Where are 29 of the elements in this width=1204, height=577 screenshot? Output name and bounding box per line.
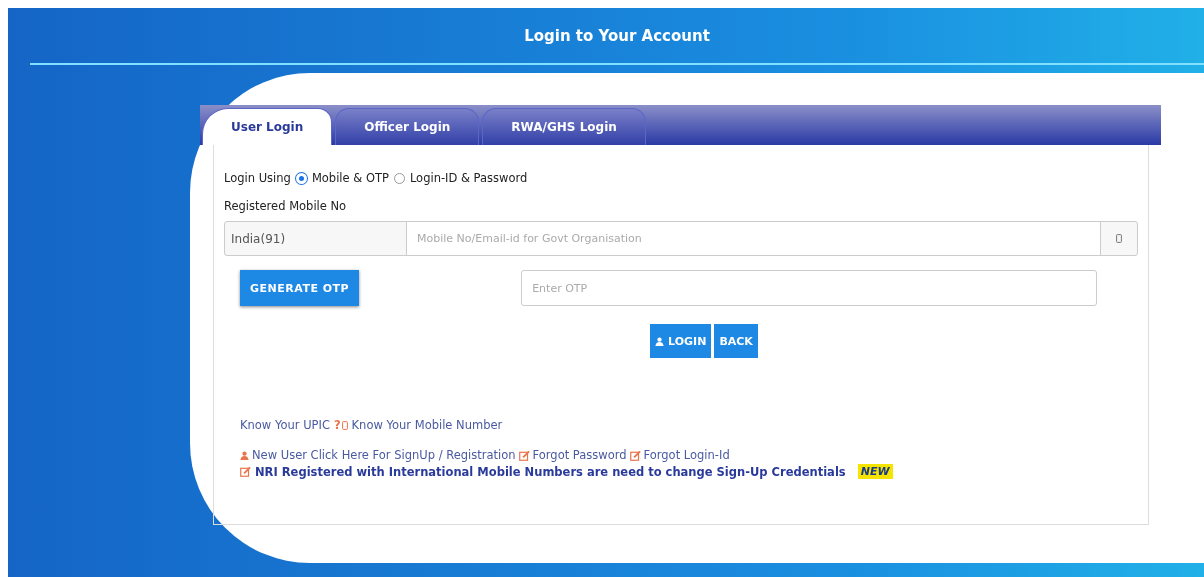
- mobile-phone-icon: [341, 420, 348, 430]
- field-label: Registered Mobile No: [224, 199, 348, 213]
- tab[interactable]: RWA/GHS Login: [482, 108, 646, 145]
- mobile-input-field[interactable]: Mobile No/Email-id for Govt Organisation: [407, 222, 1100, 255]
- tab[interactable]: Officer Login: [335, 108, 480, 145]
- new-badge: NEW: [857, 464, 893, 479]
- nri-notice-link[interactable]: NRI Registered with International Mobile Numbers are need to change Sign-Up Credentials: [255, 464, 846, 479]
- signup-link[interactable]: New User Click Here For SignUp / Registration: [252, 448, 516, 462]
- radio-button[interactable]: [393, 172, 405, 184]
- radio-label[interactable]: Login-ID & Password: [409, 171, 528, 185]
- forgot-link[interactable]: Forgot Password: [532, 448, 627, 462]
- know-upic-link[interactable]: Know Your UPIC: [240, 418, 330, 432]
- page-title: Login to Your Account: [524, 26, 710, 45]
- otp-input-field[interactable]: Enter OTP: [521, 270, 1098, 306]
- radio-label[interactable]: Mobile & OTP: [311, 171, 389, 185]
- login-using-label: Login Using: [224, 171, 291, 185]
- tab[interactable]: User Login: [202, 108, 333, 145]
- mobile-phone-icon: [1116, 234, 1122, 243]
- know-mobile-number-link[interactable]: Know Your Mobile Number: [351, 418, 503, 432]
- login-button[interactable]: LOGIN: [650, 324, 712, 358]
- user-icon: [655, 336, 665, 346]
- question-mark-icon: ?: [333, 418, 341, 432]
- forgot-link[interactable]: Forgot Login-Id: [643, 448, 730, 462]
- user-icon: [240, 450, 249, 460]
- edit-icon: [240, 466, 251, 477]
- edit-icon: [518, 449, 530, 461]
- edit-icon: [629, 449, 641, 461]
- generate-otp-button[interactable]: GENERATE OTP: [240, 270, 360, 306]
- back-button[interactable]: BACK: [714, 324, 758, 358]
